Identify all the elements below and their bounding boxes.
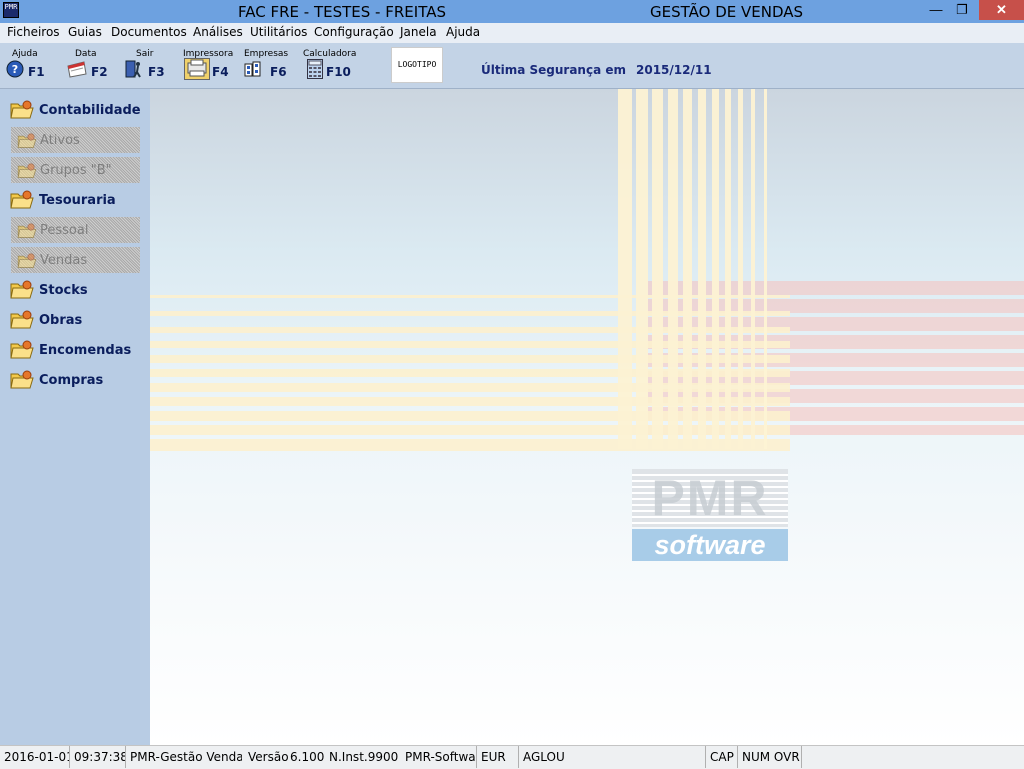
help-button-key: F1 [28, 65, 45, 79]
exit-button[interactable]: Sair F3 [125, 45, 167, 85]
status-caps: CAP [706, 746, 738, 768]
restore-button[interactable]: ❐ [948, 0, 976, 20]
minimize-icon: — [929, 2, 943, 17]
help-button[interactable]: Ajuda ? F1 [6, 45, 48, 85]
window-title-company: FAC FRE - TESTES - FREITAS [238, 3, 446, 21]
folder-icon [17, 163, 37, 179]
sidebar-item-label: Encomendas [39, 343, 132, 358]
status-app: PMR-Gestão Vendas [130, 750, 242, 764]
folder-icon [10, 280, 34, 300]
watermark-brand-top: PMR [651, 470, 769, 526]
close-button[interactable]: ✕ [979, 0, 1024, 20]
status-num-ovr: NUM OVR [738, 746, 802, 768]
background-artwork [150, 89, 1024, 561]
folder-icon [17, 133, 37, 149]
sidebar-item-pessoal[interactable]: Pessoal [11, 217, 140, 243]
calculator-button[interactable]: Calculadora F10 [303, 45, 357, 85]
minimize-button[interactable]: — [922, 0, 950, 20]
date-button-label: Data [75, 49, 97, 59]
calculator-icon [307, 59, 323, 79]
date-button[interactable]: Data F2 [66, 45, 110, 85]
app-icon[interactable]: PMR [3, 2, 19, 18]
status-vendor: PMR-Softwar [401, 746, 477, 768]
sidebar-item-label: Vendas [40, 253, 88, 268]
status-install: N.Inst.99000 [329, 750, 399, 764]
date-button-key: F2 [91, 65, 108, 79]
status-currency: EUR [477, 746, 519, 768]
folder-icon [10, 370, 34, 390]
status-time: 09:37:38 [70, 746, 126, 768]
sidebar-item-vendas[interactable]: Vendas [11, 247, 140, 273]
folder-icon [10, 340, 34, 360]
exit-button-key: F3 [148, 65, 165, 79]
exit-button-label: Sair [136, 49, 154, 59]
sidebar-item-label: Contabilidade [39, 103, 141, 118]
sidebar-item-ativos[interactable]: Ativos [11, 127, 140, 153]
help-button-label: Ajuda [12, 49, 38, 59]
printer-icon [184, 58, 210, 80]
sidebar-item-label: Ativos [40, 133, 80, 148]
status-version: 6.100 [290, 750, 324, 764]
close-icon: ✕ [996, 2, 1007, 17]
menu-janela[interactable]: Janela [400, 25, 437, 39]
calculator-button-key: F10 [326, 65, 351, 79]
printer-button-key: F4 [212, 65, 229, 79]
folder-icon [17, 223, 37, 239]
last-backup-label: Última Segurança em [481, 63, 626, 77]
menu-utilitarios[interactable]: Utilitários [250, 25, 307, 39]
menu-ficheiros[interactable]: Ficheiros [7, 25, 60, 39]
sidebar-item-label: Tesouraria [39, 193, 116, 208]
menu-documentos[interactable]: Documentos [111, 25, 187, 39]
sidebar-item-label: Grupos "B" [40, 163, 112, 178]
folder-icon [10, 310, 34, 330]
menu-guias[interactable]: Guias [68, 25, 102, 39]
help-icon: ? [6, 60, 24, 78]
menu-bar: Ficheiros Guias Documentos Análises Util… [0, 23, 1024, 43]
companies-button[interactable]: Empresas F6 [244, 45, 288, 85]
sidebar-item-label: Pessoal [40, 223, 89, 238]
title-bar: PMR FAC FRE - TESTES - FREITAS GESTÃO DE… [0, 0, 1024, 23]
status-user: AGLOU [519, 746, 706, 768]
folder-icon [17, 253, 37, 269]
sidebar-item-label: Obras [39, 313, 83, 328]
status-version-label: Versão [248, 750, 288, 764]
folder-icon [10, 190, 34, 210]
sidebar-item-label: Compras [39, 373, 104, 388]
window-title-module: GESTÃO DE VENDAS [650, 3, 804, 21]
menu-ajuda[interactable]: Ajuda [446, 25, 480, 39]
menu-configuracao[interactable]: Configuração [314, 25, 394, 39]
companies-icon [244, 61, 261, 77]
menu-analises[interactable]: Análises [193, 25, 243, 39]
printer-button[interactable]: Impressora F4 [183, 45, 233, 85]
svg-text:?: ? [12, 63, 18, 76]
calculator-button-label: Calculadora [303, 49, 357, 59]
company-logo-placeholder: LOGOTIPO [391, 47, 443, 83]
watermark-brand-bottom: software [654, 530, 766, 560]
status-date: 2016-01-01 [0, 746, 70, 768]
exit-icon [125, 60, 141, 78]
restore-icon: ❐ [956, 2, 968, 17]
status-bar: 2016-01-01 09:37:38 PMR-Gestão Vendas Ve… [0, 745, 1024, 769]
calendar-icon [67, 61, 87, 78]
sidebar-item-grupos-b[interactable]: Grupos "B" [11, 157, 140, 183]
sidebar-item-label: Stocks [39, 283, 88, 298]
module-sidebar [0, 89, 150, 745]
folder-icon [10, 100, 34, 120]
last-backup-info: Última Segurança em 2015/12/11 [481, 63, 712, 77]
last-backup-date: 2015/12/11 [636, 63, 712, 77]
main-workspace: PMR software [150, 89, 1024, 745]
companies-button-key: F6 [270, 65, 287, 79]
